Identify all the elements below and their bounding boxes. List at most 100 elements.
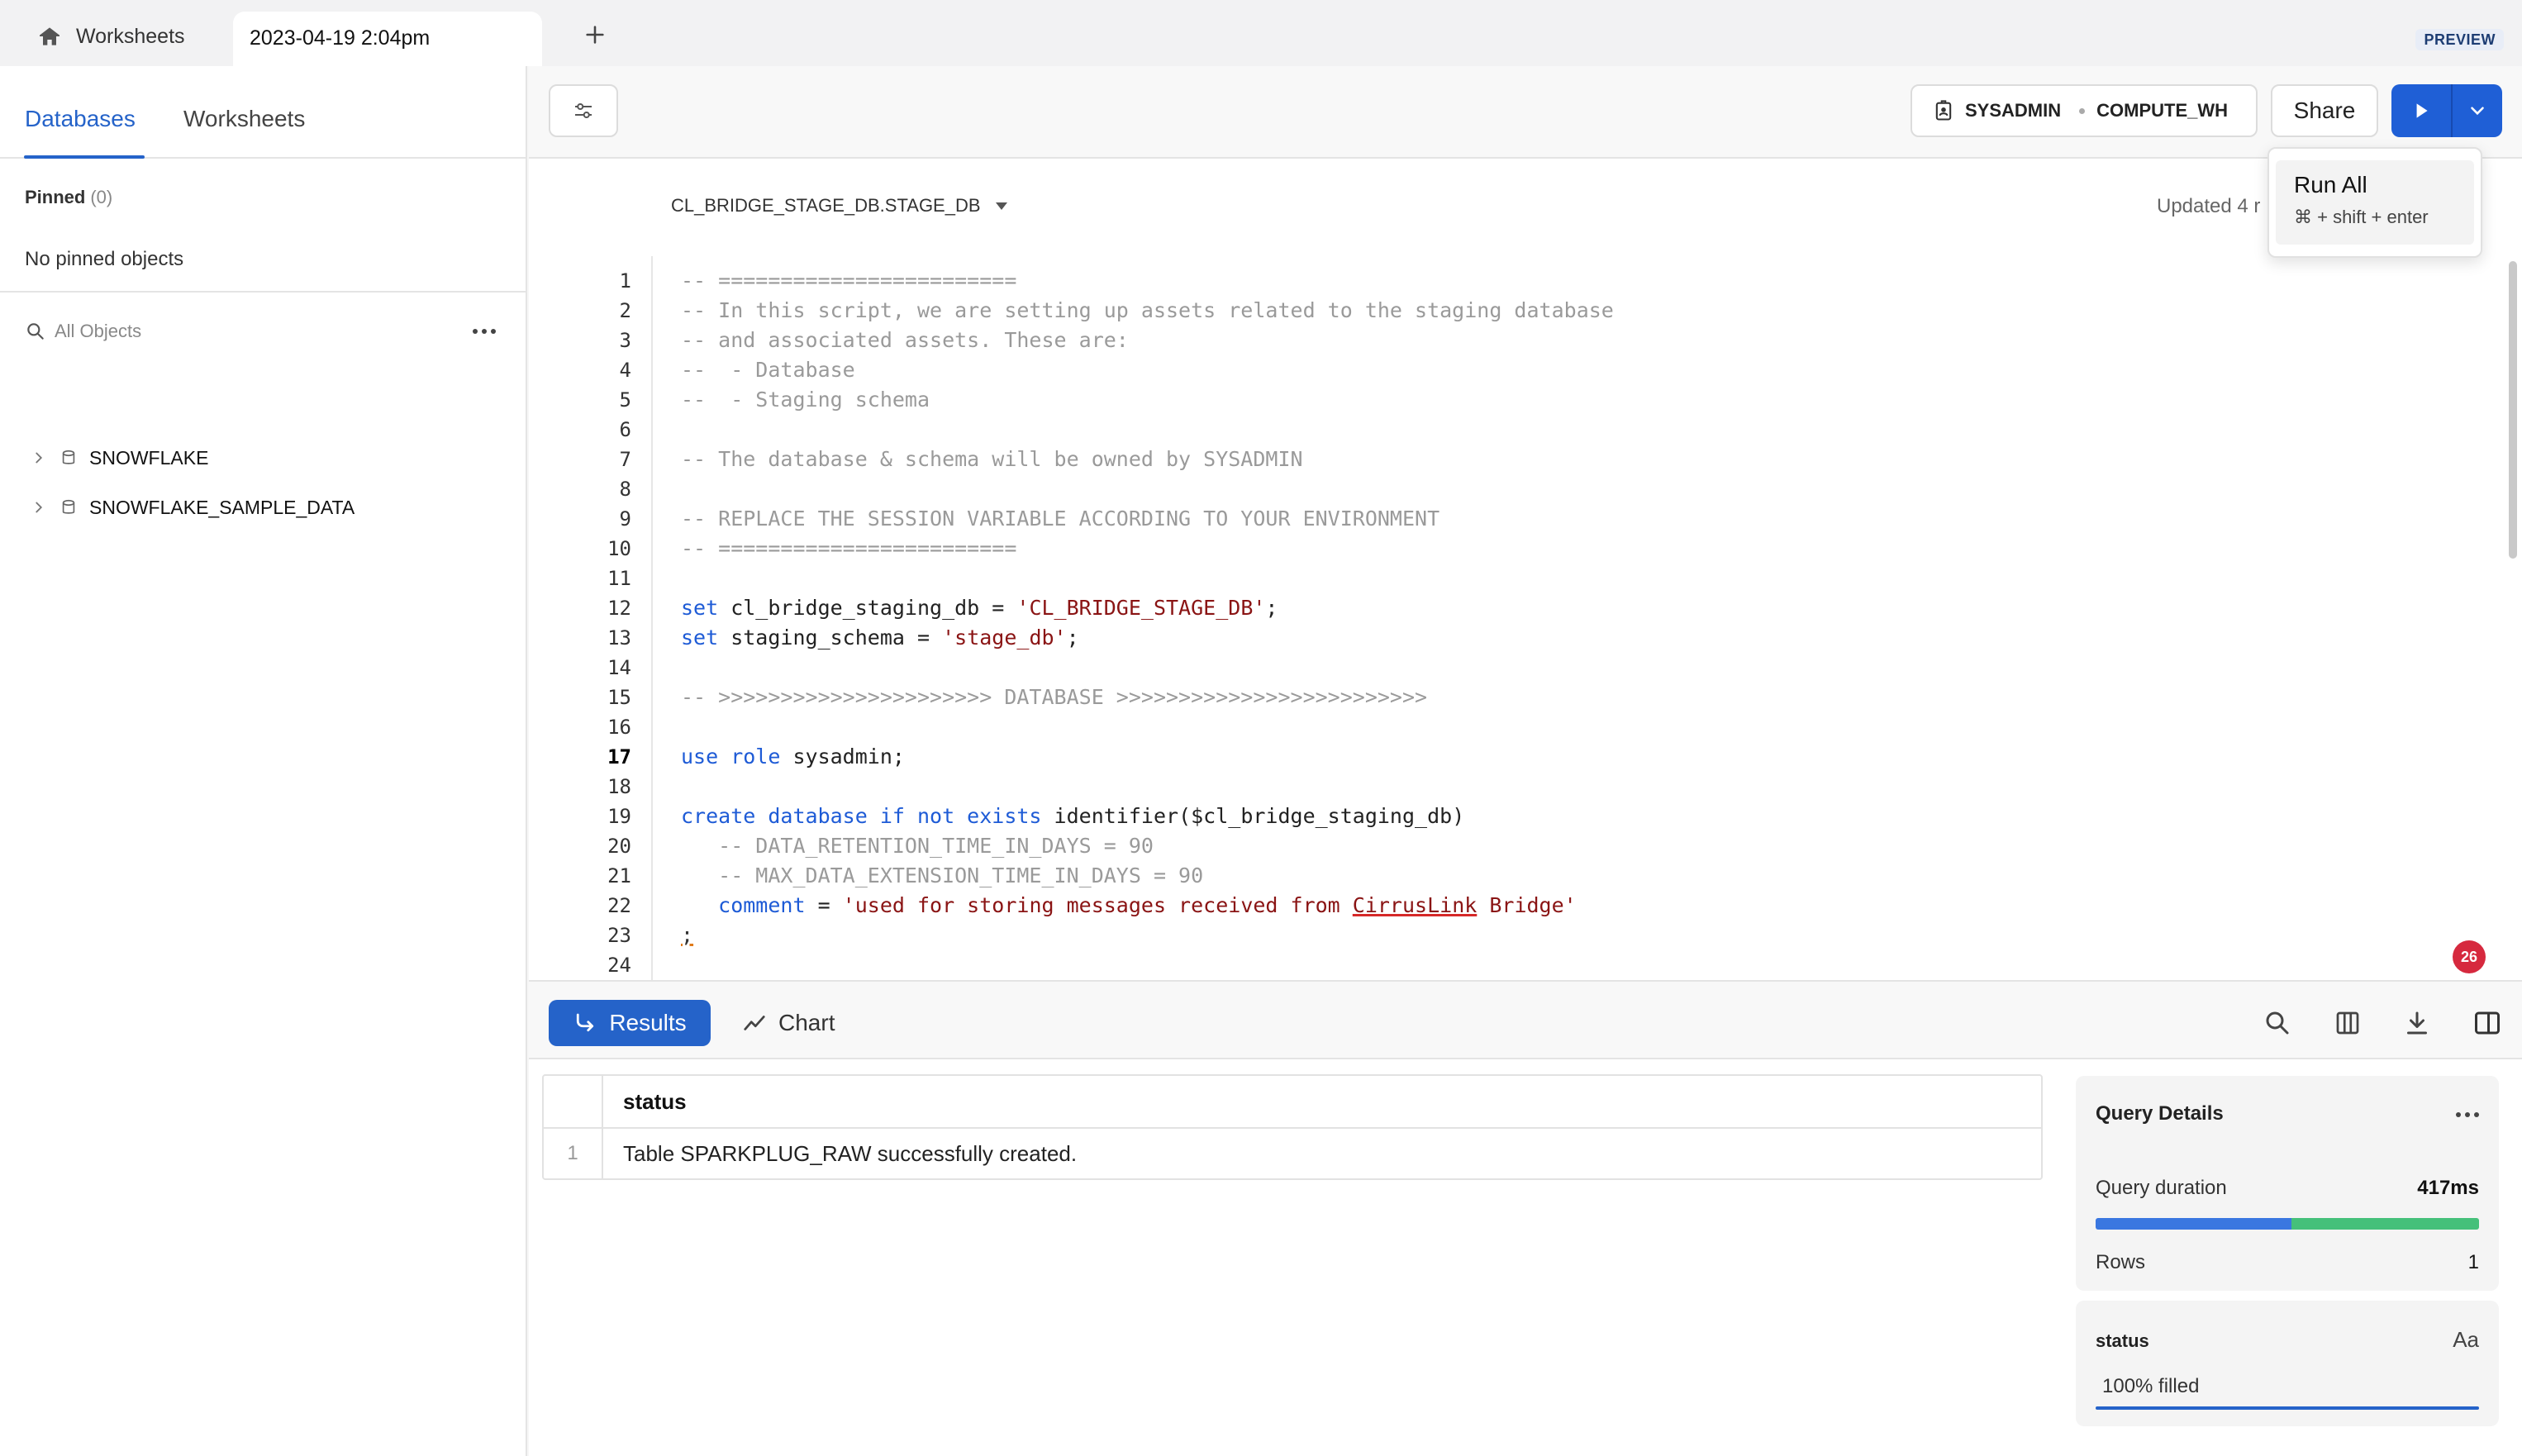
- code-line[interactable]: -- ========================: [681, 266, 2491, 296]
- object-search[interactable]: All Objects: [25, 317, 496, 345]
- row-index: 1: [544, 1129, 603, 1178]
- updated-timestamp: Updated 4 r: [2157, 195, 2261, 217]
- code-line[interactable]: -- DATA_RETENTION_TIME_IN_DAYS = 90: [681, 831, 2491, 861]
- rows-row: Rows 1: [2096, 1251, 2479, 1274]
- duration-bar-compile: [2096, 1218, 2291, 1230]
- code-line[interactable]: [681, 950, 2491, 980]
- divider: [0, 291, 526, 293]
- tree-item-snowflake-sample-data[interactable]: SNOWFLAKE_SAMPLE_DATA: [30, 491, 355, 524]
- tree-item-label: SNOWFLAKE_SAMPLE_DATA: [89, 496, 355, 518]
- run-all-shortcut: ⌘ + shift + enter: [2294, 207, 2429, 227]
- tree-item-label: SNOWFLAKE: [89, 446, 209, 469]
- line-number: 21: [607, 864, 631, 887]
- text-type-icon: Aa: [2453, 1327, 2479, 1352]
- code-token: -- and associated assets. These are:: [681, 328, 1129, 352]
- code-line[interactable]: -- >>>>>>>>>>>>>>>>>>>>>> DATABASE >>>>>…: [681, 683, 2491, 712]
- separator-dot: [2079, 107, 2086, 114]
- code-token: =: [805, 893, 843, 917]
- caret-down-icon: [995, 202, 1007, 210]
- search-input[interactable]: All Objects: [55, 321, 473, 342]
- sliders-icon: [575, 102, 592, 119]
- table-row[interactable]: 1 Table SPARKPLUG_RAW successfully creat…: [544, 1127, 2041, 1178]
- editor-scrollbar[interactable]: [2509, 261, 2517, 559]
- code-line[interactable]: -- - Staging schema: [681, 385, 2491, 415]
- line-number: 12: [607, 597, 631, 620]
- column-stats-card[interactable]: status Aa 100% filled: [2076, 1301, 2499, 1426]
- filter-settings-button[interactable]: [549, 84, 618, 137]
- code-token: use role: [681, 745, 781, 768]
- gutter-border: [651, 256, 653, 980]
- database-schema-label: CL_BRIDGE_STAGE_DB.STAGE_DB: [671, 195, 981, 216]
- split-panel-icon[interactable]: [2472, 1008, 2502, 1038]
- code-line[interactable]: set cl_bridge_staging_db = 'CL_BRIDGE_ST…: [681, 593, 2491, 623]
- code-line[interactable]: set staging_schema = 'stage_db';: [681, 623, 2491, 653]
- menu-item-run-all[interactable]: Run All ⌘ + shift + enter: [2276, 160, 2474, 245]
- role-label: SYSADMIN: [1965, 100, 2062, 121]
- line-number: 10: [607, 537, 631, 560]
- code-token: create database if not exists: [681, 804, 1042, 828]
- run-options-dropdown[interactable]: [2453, 84, 2502, 137]
- tab-chart[interactable]: Chart: [742, 1000, 835, 1046]
- database-icon: [62, 499, 75, 514]
- tab-worksheets-home[interactable]: Worksheets: [36, 20, 185, 53]
- code-token: CirrusLink: [1352, 893, 1478, 917]
- error-count-badge[interactable]: 26: [2453, 940, 2486, 973]
- search-icon[interactable]: [2263, 1008, 2292, 1038]
- pinned-count: (0): [90, 187, 113, 207]
- code-line[interactable]: [681, 474, 2491, 504]
- share-button[interactable]: Share: [2271, 84, 2378, 137]
- role-warehouse-selector[interactable]: SYSADMIN COMPUTE_WH: [1911, 84, 2258, 137]
- line-number: 22: [607, 894, 631, 917]
- code-token: ;: [681, 923, 694, 947]
- pinned-section-header[interactable]: Pinned (0): [25, 187, 112, 208]
- code-line[interactable]: -- In this script, we are setting up ass…: [681, 296, 2491, 326]
- code-line[interactable]: [681, 653, 2491, 683]
- more-options-icon[interactable]: [2456, 1112, 2479, 1117]
- code-token: -- DATA_RETENTION_TIME_IN_DAYS = 90: [681, 834, 1154, 858]
- sidebar-tabs: Databases Worksheets: [0, 66, 526, 159]
- tab-results[interactable]: Results: [549, 1000, 711, 1046]
- add-tab-button[interactable]: [578, 18, 611, 51]
- code-line[interactable]: -- - Database: [681, 355, 2491, 385]
- more-options-icon[interactable]: [473, 329, 496, 334]
- column-header-status[interactable]: status: [603, 1076, 2041, 1127]
- rows-label: Rows: [2096, 1251, 2146, 1273]
- code-line[interactable]: comment = 'used for storing messages rec…: [681, 891, 2491, 921]
- code-line[interactable]: -- MAX_DATA_EXTENSION_TIME_IN_DAYS = 90: [681, 861, 2491, 891]
- tab-chart-label: Chart: [778, 1010, 835, 1035]
- code-line[interactable]: [681, 712, 2491, 742]
- code-line[interactable]: -- ========================: [681, 534, 2491, 564]
- code-line[interactable]: -- The database & schema will be owned b…: [681, 445, 2491, 474]
- code-line[interactable]: [681, 772, 2491, 802]
- code-token: cl_bridge_staging_db =: [718, 596, 1017, 620]
- tab-databases[interactable]: Databases: [25, 106, 136, 132]
- code-line[interactable]: ;: [681, 921, 2491, 950]
- code-token: set: [681, 596, 719, 620]
- table-cell[interactable]: Table SPARKPLUG_RAW successfully created…: [603, 1129, 2041, 1178]
- columns-icon[interactable]: [2333, 1008, 2363, 1038]
- duration-bar-execute: [2291, 1218, 2479, 1230]
- code-content[interactable]: -- ======================== -- In this sc…: [681, 266, 2491, 980]
- database-schema-selector[interactable]: CL_BRIDGE_STAGE_DB.STAGE_DB: [671, 195, 1007, 216]
- no-pinned-text: No pinned objects: [25, 248, 184, 270]
- download-icon[interactable]: [2402, 1008, 2432, 1038]
- line-number: 3: [619, 329, 631, 352]
- code-token: -- ========================: [681, 536, 1017, 560]
- code-line[interactable]: [681, 564, 2491, 593]
- line-number: 13: [607, 626, 631, 649]
- row-index-header: [544, 1076, 603, 1127]
- tab-worksheet-active[interactable]: 2023-04-19 2:04pm: [233, 12, 542, 66]
- code-line[interactable]: create database if not exists identifier…: [681, 802, 2491, 831]
- code-line[interactable]: [681, 415, 2491, 445]
- run-button[interactable]: [2391, 84, 2453, 137]
- fill-percentage-bar: [2096, 1406, 2479, 1410]
- code-line[interactable]: -- REPLACE THE SESSION VARIABLE ACCORDIN…: [681, 504, 2491, 534]
- chevron-right-icon[interactable]: [30, 498, 48, 516]
- code-line[interactable]: -- and associated assets. These are:: [681, 326, 2491, 355]
- tab-worksheets[interactable]: Worksheets: [183, 106, 305, 132]
- sql-editor[interactable]: CL_BRIDGE_STAGE_DB.STAGE_DB Updated 4 r …: [529, 159, 2522, 980]
- query-duration-bar: [2096, 1218, 2479, 1230]
- code-line[interactable]: use role sysadmin;: [681, 742, 2491, 772]
- tree-item-snowflake[interactable]: SNOWFLAKE: [30, 441, 208, 474]
- chevron-right-icon[interactable]: [30, 449, 48, 467]
